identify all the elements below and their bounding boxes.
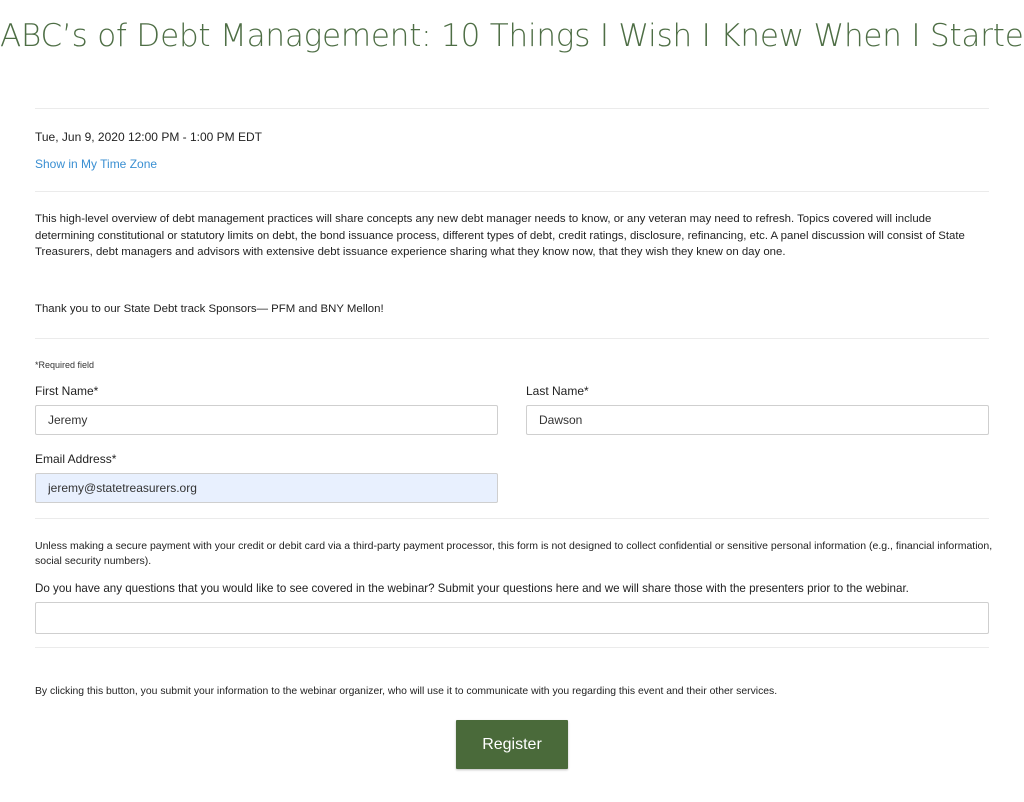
questions-label: Do you have any questions that you would… bbox=[35, 582, 909, 595]
event-datetime: Tue, Jun 9, 2020 12:00 PM - 1:00 PM EDT bbox=[35, 130, 263, 144]
divider bbox=[35, 191, 989, 192]
register-button[interactable]: Register bbox=[456, 720, 568, 769]
registration-page: ABC’s of Debt Management: 10 Things I Wi… bbox=[0, 0, 1024, 802]
divider bbox=[35, 518, 989, 519]
email-input[interactable] bbox=[35, 473, 498, 503]
divider bbox=[35, 108, 989, 109]
sponsors-note: Thank you to our State Debt track Sponso… bbox=[35, 303, 384, 315]
page-title: ABC’s of Debt Management: 10 Things I Wi… bbox=[0, 18, 1024, 54]
divider bbox=[35, 338, 989, 339]
consent-note: By clicking this button, you submit your… bbox=[35, 686, 778, 697]
show-in-my-time-zone-link[interactable]: Show in My Time Zone bbox=[35, 157, 157, 171]
privacy-disclaimer: Unless making a secure payment with your… bbox=[35, 540, 993, 567]
email-label: Email Address* bbox=[35, 452, 117, 466]
first-name-input[interactable] bbox=[35, 405, 498, 435]
required-field-note: *Required field bbox=[35, 360, 95, 370]
event-description: This high-level overview of debt managem… bbox=[35, 213, 965, 259]
divider bbox=[35, 647, 989, 648]
last-name-label: Last Name* bbox=[526, 384, 589, 398]
first-name-label: First Name* bbox=[35, 384, 99, 398]
last-name-input[interactable] bbox=[526, 405, 989, 435]
questions-input[interactable] bbox=[35, 602, 989, 634]
